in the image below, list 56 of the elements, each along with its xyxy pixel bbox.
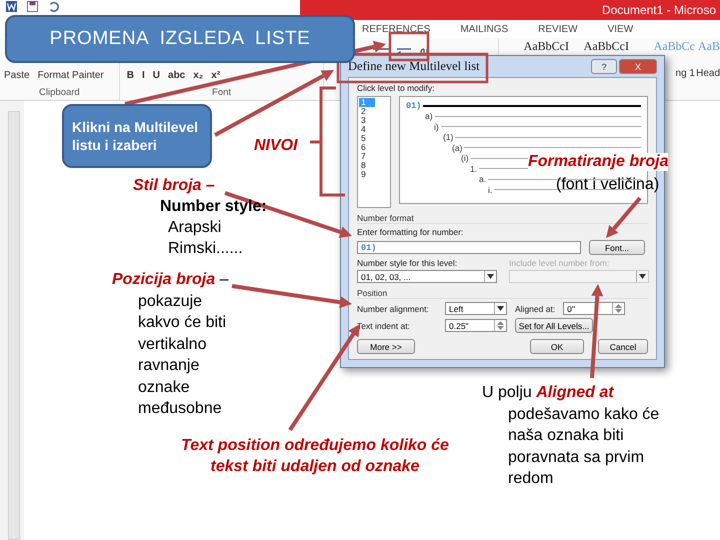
- format-button[interactable]: abc: [165, 70, 188, 81]
- annotation-text: Arapski: [168, 219, 222, 237]
- instruction-callout: Klikni na Multilevel listu i izaberi: [62, 104, 212, 168]
- save-icon[interactable]: [27, 1, 38, 12]
- annotation-text: (font i veličina): [556, 176, 660, 194]
- set-all-levels-button[interactable]: Set for All Levels...: [515, 318, 593, 333]
- window-title: Document1 - Microso: [602, 3, 716, 17]
- annotation-paragraph: Pozicija broja – pokazuje kakvo će biti vertikalno ravnanje oznake međusobne: [112, 270, 230, 419]
- title-callout: PROMENA IZGLEDA LISTE: [5, 15, 355, 63]
- annotation-paragraph: U polju Aligned at podešavamo kako će naša oznaka biti poravnata sa prvim redom: [482, 383, 660, 489]
- ok-button[interactable]: OK: [530, 339, 584, 354]
- close-button[interactable]: X: [619, 59, 657, 74]
- ribbon-tab[interactable]: MAILINGS: [460, 24, 508, 34]
- more-button[interactable]: More >>: [357, 339, 415, 354]
- spinner-arrows-icon: [497, 321, 504, 330]
- field-label: Aligned at:: [515, 304, 556, 314]
- ribbon-tab[interactable]: REVIEW: [538, 24, 578, 34]
- format-button[interactable]: I: [139, 70, 148, 81]
- font-button[interactable]: Font...: [589, 240, 645, 255]
- dropdown-caret-icon: [487, 274, 494, 279]
- arrow: [606, 196, 642, 238]
- field-label: Enter formatting for number:: [357, 227, 464, 237]
- annotation-label: NIVOI: [254, 137, 298, 155]
- field-label: Click level to modify:: [357, 83, 436, 93]
- format-button[interactable]: x₂: [190, 70, 206, 81]
- annotation-label: Formatiranje broja: [528, 153, 668, 171]
- undo-icon[interactable]: [48, 1, 59, 12]
- format-button[interactable]: B: [124, 70, 137, 81]
- group-label: Font: [211, 87, 232, 98]
- spinner-field[interactable]: 0": [563, 302, 626, 315]
- style-preview[interactable]: AaB Head: [697, 39, 720, 100]
- ribbon-tab[interactable]: REFERENCES: [362, 24, 430, 34]
- spinner-field[interactable]: 0.25": [445, 319, 507, 332]
- help-button[interactable]: ?: [591, 59, 617, 74]
- dropdown-caret-icon: [639, 274, 646, 279]
- input-field[interactable]: 01): [357, 241, 581, 254]
- format-painter-button[interactable]: Format Painter: [38, 70, 104, 81]
- spinner-arrows-icon: [615, 304, 622, 313]
- level-list[interactable]: 1 2 3 4 5 6 7 8 9: [357, 96, 391, 208]
- paste-button[interactable]: Paste: [4, 70, 30, 81]
- field-label: Number style for this level:: [357, 258, 458, 268]
- field-label: Number alignment:: [357, 304, 430, 314]
- ribbon-tab[interactable]: VIEW: [608, 24, 634, 34]
- cancel-button[interactable]: Cancel: [598, 339, 648, 354]
- annotation-label: Stil broja –: [133, 177, 215, 195]
- section-heading: Number format: [357, 211, 648, 224]
- annotation-text: Rimski......: [168, 240, 243, 258]
- format-button[interactable]: U: [150, 70, 164, 81]
- dropdown-caret-icon: [497, 306, 504, 311]
- format-button[interactable]: x²: [208, 70, 224, 81]
- dropdown[interactable]: Left: [445, 302, 507, 315]
- field-label: Include level number from:: [509, 258, 610, 268]
- dropdown[interactable]: 01, 02, 03, ...: [357, 270, 497, 283]
- group-label: Clipboard: [38, 87, 81, 98]
- annotation-label: Text position određujemo koliko će tekst biti udaljen od oznake: [180, 436, 450, 477]
- annotation-text: Number style:: [160, 198, 267, 216]
